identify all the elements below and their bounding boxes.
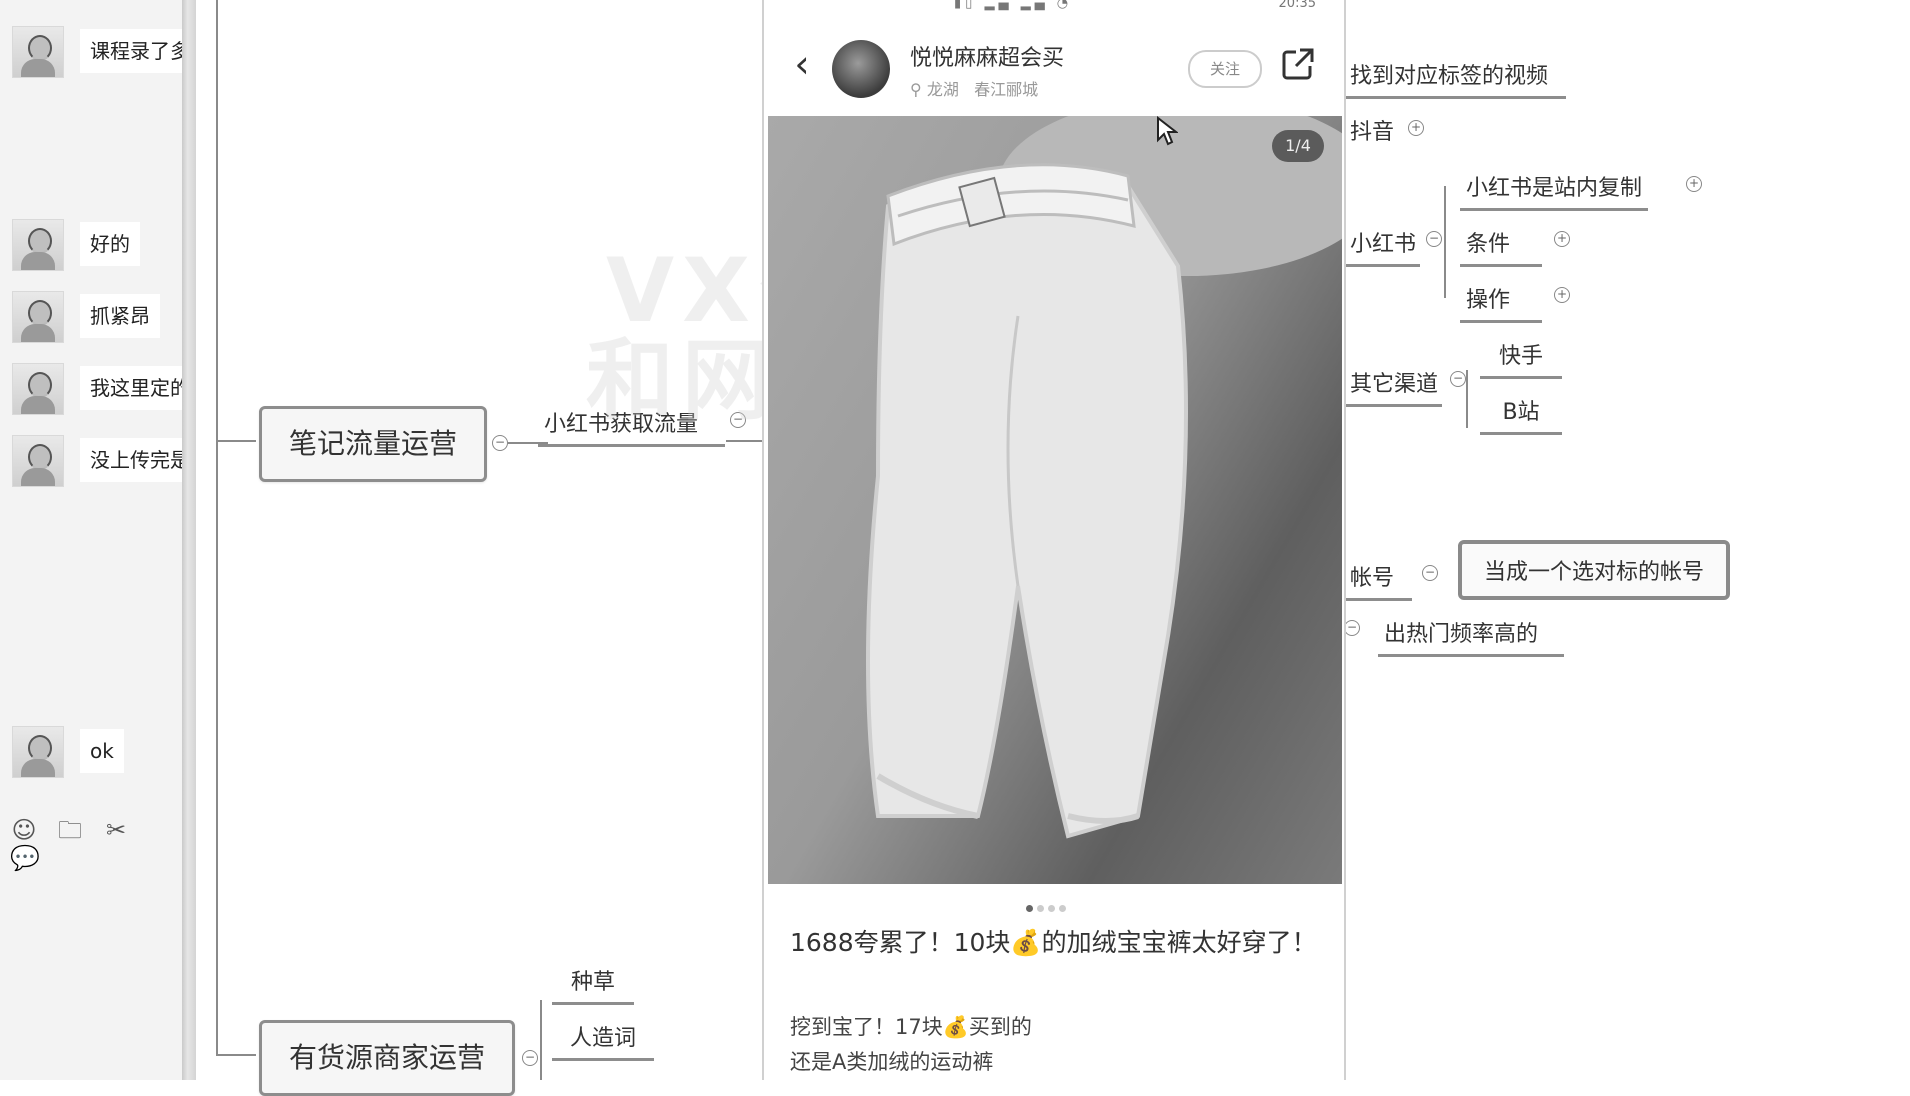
connector-line xyxy=(726,440,766,442)
folder-icon[interactable]: 🗀 xyxy=(56,816,84,844)
node-douyin[interactable]: 抖音 xyxy=(1344,114,1396,152)
panel-splitter[interactable] xyxy=(182,0,196,1080)
post-body-line: 还是A类加绒的运动裤 xyxy=(790,1050,994,1074)
expand-icon[interactable]: + xyxy=(1554,287,1570,303)
avatar[interactable] xyxy=(12,291,64,343)
node-kuaishou[interactable]: 快手 xyxy=(1480,338,1562,379)
status-bar: ▮▯ ▂▄ ▂▄ ◔ 20:35 xyxy=(764,0,1344,14)
expand-icon[interactable]: + xyxy=(1686,176,1702,192)
chat-toolbar: ☺ 🗀 ✂ 💬 xyxy=(10,816,182,872)
follow-button[interactable]: 关注 xyxy=(1188,50,1262,88)
back-chevron-icon[interactable]: ‹ xyxy=(784,44,820,84)
scissors-icon[interactable]: ✂ xyxy=(102,816,130,844)
message-bubble: 抓紧昂 xyxy=(80,294,160,338)
topic-goods-merchant[interactable]: 有货源商家运营 xyxy=(259,1020,515,1096)
post-body-line: 挖到宝了！17块💰买到的 xyxy=(790,1015,1032,1039)
node-operation[interactable]: 操作 xyxy=(1460,282,1542,323)
message-bubble: 好的 xyxy=(80,222,140,266)
node-other-channels[interactable]: 其它渠道 xyxy=(1344,366,1442,407)
connector-line xyxy=(216,0,218,1056)
node-made-up-words[interactable]: 人造词 xyxy=(552,1020,654,1061)
collapse-icon[interactable]: − xyxy=(522,1050,538,1066)
node-conditions[interactable]: 条件 xyxy=(1460,226,1542,267)
chat-bubble-icon[interactable]: 💬 xyxy=(10,844,40,872)
mouse-cursor-icon xyxy=(1157,116,1178,146)
collapse-icon[interactable]: − xyxy=(1422,565,1438,581)
connector-line xyxy=(1466,370,1468,428)
node-xhs-copy[interactable]: 小红书是站内复制 xyxy=(1460,170,1648,211)
collapse-icon[interactable]: − xyxy=(492,435,508,451)
emoji-icon[interactable]: ☺ xyxy=(10,816,38,844)
collapse-icon[interactable]: − xyxy=(1450,371,1466,387)
avatar[interactable] xyxy=(12,726,64,778)
expand-icon[interactable]: + xyxy=(1408,120,1424,136)
status-time: 20:35 xyxy=(1278,0,1316,11)
connector-line xyxy=(540,1000,542,1080)
node-seeding[interactable]: 种草 xyxy=(552,964,634,1005)
node-hot-frequency[interactable]: 出热门频率高的 xyxy=(1378,616,1564,657)
node-account[interactable]: 帐号 xyxy=(1344,560,1412,601)
pants-image xyxy=(866,116,1342,839)
signal-icons: ▮▯ ▂▄ ▂▄ ◔ xyxy=(954,0,1073,11)
expand-icon[interactable]: + xyxy=(1554,231,1570,247)
avatar[interactable] xyxy=(12,363,64,415)
post-viewer: ▮▯ ▂▄ ▂▄ ◔ 20:35 ‹ 悦悦麻麻超会买 ⚲ 龙湖 春江郦城 关注 … xyxy=(762,0,1346,1080)
node-xiaohongshu[interactable]: 小红书 xyxy=(1344,226,1420,267)
product-photo[interactable]: 1/4 xyxy=(768,116,1342,884)
message-bubble: ok xyxy=(80,729,124,773)
node-bilibili[interactable]: B站 xyxy=(1480,394,1562,435)
avatar[interactable] xyxy=(12,435,64,487)
avatar[interactable] xyxy=(12,26,64,78)
collapse-icon[interactable]: − xyxy=(1344,620,1360,636)
node-benchmark-account[interactable]: 当成一个选对标的帐号 xyxy=(1458,540,1731,600)
collapse-icon[interactable]: − xyxy=(1426,231,1442,247)
connector-line xyxy=(216,440,256,442)
author-location: ⚲ 龙湖 春江郦城 xyxy=(910,80,1039,99)
avatar[interactable] xyxy=(12,219,64,271)
chat-panel: 课程录了多 好的 抓紧昂 我这里定的 没上传完是 ok ☺ 🗀 ✂💬 xyxy=(0,0,200,1080)
connector-line xyxy=(216,1054,256,1056)
carousel-dots[interactable] xyxy=(1026,897,1070,916)
connector-line xyxy=(1444,186,1446,298)
post-body: 挖到宝了！17块💰买到的 还是A类加绒的运动裤 xyxy=(790,1010,1320,1080)
node-find-tag-video[interactable]: 找到对应标签的视频 xyxy=(1344,58,1566,99)
post-title: 1688夸累了！10块💰的加绒宝宝裤太好穿了！ xyxy=(790,928,1317,957)
location-pin-icon: ⚲ xyxy=(910,80,922,99)
post-header: ‹ 悦悦麻麻超会买 ⚲ 龙湖 春江郦城 关注 xyxy=(764,30,1344,110)
photo-counter: 1/4 xyxy=(1272,130,1324,162)
share-icon[interactable] xyxy=(1280,46,1316,82)
author-avatar[interactable] xyxy=(832,40,890,98)
topic-note-traffic[interactable]: 笔记流量运营 xyxy=(259,406,487,482)
author-name[interactable]: 悦悦麻麻超会买 xyxy=(910,40,1064,72)
